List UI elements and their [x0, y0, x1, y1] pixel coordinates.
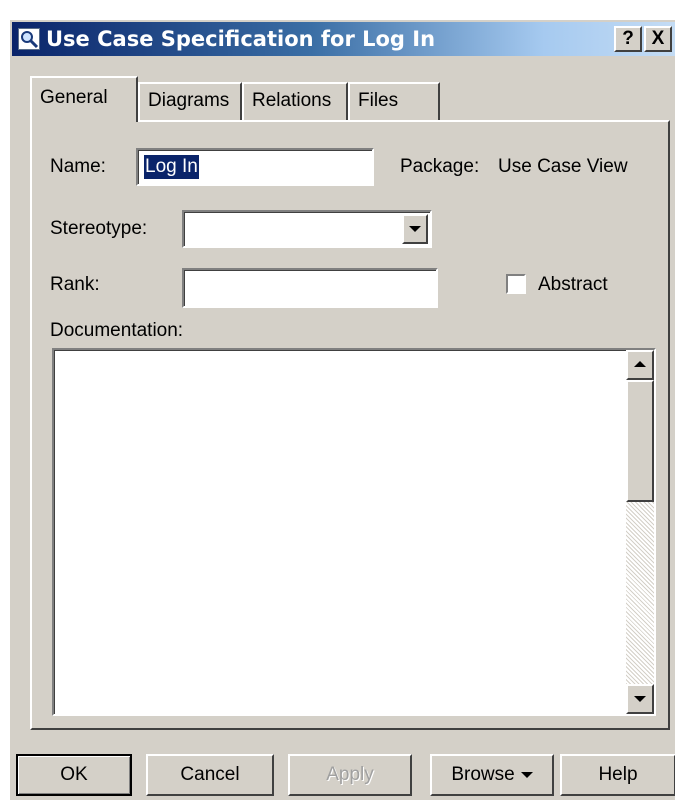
- package-value: Use Case View: [498, 156, 628, 177]
- browse-button-label: Browse: [451, 764, 515, 785]
- rank-input[interactable]: [182, 268, 438, 308]
- window-title: Use Case Specification for Log In: [46, 27, 436, 51]
- documentation-textarea[interactable]: [52, 348, 656, 716]
- magnifier-icon: [18, 28, 40, 50]
- help-button[interactable]: Help: [560, 754, 675, 796]
- stereotype-dropdown-button[interactable]: [402, 214, 428, 244]
- abstract-label: Abstract: [538, 274, 608, 295]
- stereotype-select[interactable]: [182, 210, 432, 248]
- browse-button[interactable]: Browse: [430, 754, 554, 796]
- tab-general[interactable]: General: [30, 76, 138, 122]
- apply-button[interactable]: Apply: [288, 754, 412, 796]
- title-bar[interactable]: Use Case Specification for Log In ? X: [12, 22, 675, 56]
- name-input-value: Log In: [144, 155, 199, 179]
- tab-diagrams[interactable]: Diagrams: [138, 82, 242, 120]
- chevron-down-icon: [520, 771, 533, 778]
- chevron-down-icon: [409, 226, 421, 232]
- close-button[interactable]: X: [644, 26, 672, 52]
- documentation-scrollbar[interactable]: [626, 350, 654, 714]
- stereotype-label: Stereotype:: [50, 218, 148, 239]
- name-label: Name:: [50, 156, 106, 177]
- scroll-thumb[interactable]: [626, 380, 654, 502]
- arrow-down-icon: [634, 696, 646, 702]
- tab-relations[interactable]: Relations: [242, 82, 348, 120]
- scroll-up-button[interactable]: [626, 350, 654, 380]
- abstract-checkbox[interactable]: [506, 274, 526, 294]
- general-tab-panel: Name: Log In Package: Use Case View Ster…: [30, 120, 670, 730]
- documentation-label: Documentation:: [50, 320, 184, 341]
- use-case-specification-dialog: Use Case Specification for Log In ? X Na…: [8, 18, 675, 800]
- ok-button[interactable]: OK: [16, 754, 132, 796]
- rank-label: Rank:: [50, 274, 100, 295]
- package-label: Package:: [400, 156, 480, 177]
- tab-files[interactable]: Files: [348, 82, 440, 120]
- name-input[interactable]: Log In: [136, 148, 374, 186]
- help-title-button[interactable]: ?: [614, 26, 642, 52]
- arrow-up-icon: [634, 361, 646, 367]
- cancel-button[interactable]: Cancel: [146, 754, 274, 796]
- scroll-down-button[interactable]: [626, 684, 654, 714]
